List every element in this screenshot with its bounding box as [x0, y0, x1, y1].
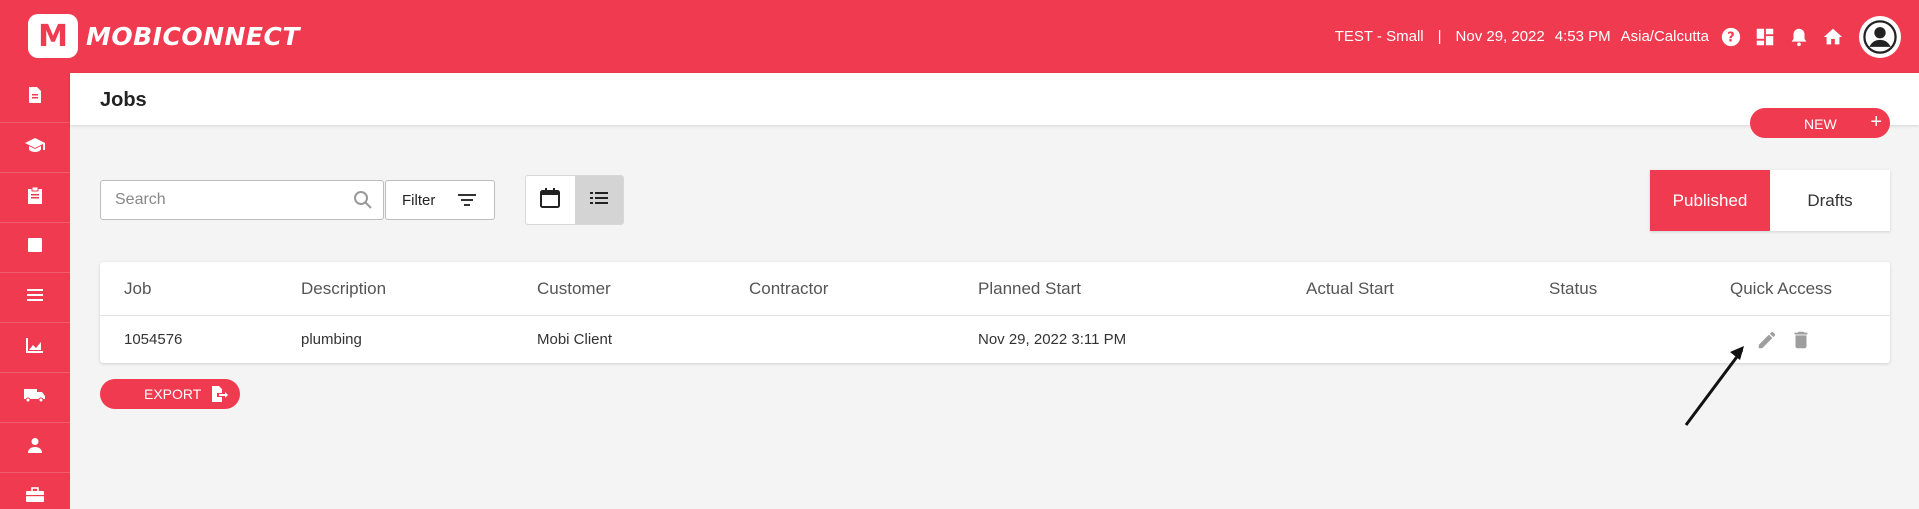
- column-header-actual-start[interactable]: Actual Start: [1306, 279, 1394, 299]
- sidebar-item-users[interactable]: [0, 423, 70, 473]
- document-icon: [27, 86, 43, 109]
- column-header-customer[interactable]: Customer: [537, 279, 611, 299]
- new-button-label: NEW: [1804, 116, 1837, 132]
- new-job-button[interactable]: NEW +: [1750, 108, 1890, 138]
- column-header-job[interactable]: Job: [124, 279, 151, 299]
- sidebar-item-work[interactable]: [0, 473, 70, 509]
- table-row[interactable]: 1054576 plumbing Mobi Client Nov 29, 202…: [100, 317, 1890, 363]
- sidebar-item-lists[interactable]: [0, 273, 70, 323]
- org-name: TEST - Small: [1334, 28, 1424, 45]
- separator: |: [1437, 28, 1442, 45]
- calendar-view-button[interactable]: [526, 176, 575, 224]
- jobs-table: Job Description Customer Contractor Plan…: [100, 262, 1890, 363]
- person-icon: [27, 437, 43, 458]
- quick-access-actions: [1756, 329, 1812, 351]
- view-mode-toggle: [525, 175, 624, 225]
- delete-icon[interactable]: [1790, 329, 1812, 351]
- dashboard-icon[interactable]: [1753, 25, 1777, 49]
- plus-icon: +: [1870, 111, 1882, 133]
- export-file-icon: [210, 385, 228, 406]
- top-bar: M MOBICONNECT TEST - Small | Nov 29, 202…: [0, 0, 1919, 73]
- briefcase-icon: [26, 487, 44, 508]
- sidebar-item-reports[interactable]: [0, 323, 70, 373]
- column-header-description[interactable]: Description: [301, 279, 386, 299]
- cell-description: plumbing: [301, 331, 362, 348]
- tab-published[interactable]: Published: [1650, 170, 1770, 231]
- chart-icon: [26, 337, 44, 358]
- page-title: Jobs: [100, 89, 147, 111]
- top-right-bar: TEST - Small | Nov 29, 2022 4:53 PM Asia…: [1335, 0, 1901, 73]
- sidebar-item-training[interactable]: [0, 123, 70, 173]
- filter-icon: [458, 193, 476, 211]
- sidebar-item-checklists[interactable]: [0, 173, 70, 223]
- cell-job: 1054576: [124, 331, 183, 348]
- search-input[interactable]: [115, 189, 345, 211]
- brand-name: MOBICONNECT: [86, 21, 300, 51]
- logo-mark: M: [28, 14, 78, 58]
- bell-icon[interactable]: [1787, 25, 1811, 49]
- clipboard-icon: [27, 186, 43, 209]
- sidebar-item-documents[interactable]: [0, 73, 70, 123]
- sidebar-item-fleet[interactable]: [0, 373, 70, 423]
- help-icon[interactable]: ?: [1719, 25, 1743, 49]
- column-header-status[interactable]: Status: [1549, 279, 1597, 299]
- export-label: EXPORT: [144, 386, 202, 402]
- filter-button[interactable]: Filter: [385, 180, 495, 220]
- column-header-quick-access: Quick Access: [1730, 279, 1833, 298]
- timezone: Asia/Calcutta: [1620, 28, 1709, 45]
- list-view-button[interactable]: [574, 176, 623, 224]
- current-time: 4:53 PM: [1554, 28, 1611, 45]
- search-icon[interactable]: [353, 190, 373, 215]
- table-header: Job Description Customer Contractor Plan…: [100, 262, 1890, 316]
- search-box: [100, 180, 384, 220]
- export-button[interactable]: EXPORT: [100, 379, 240, 409]
- cell-customer: Mobi Client: [537, 331, 613, 348]
- user-avatar-icon[interactable]: [1859, 15, 1901, 58]
- current-date: Nov 29, 2022: [1455, 28, 1545, 45]
- tab-drafts[interactable]: Drafts: [1770, 170, 1890, 231]
- publish-state-toggle: Published Drafts: [1650, 170, 1890, 231]
- column-header-planned-start[interactable]: Planned Start: [978, 279, 1081, 299]
- sidebar-item-jobs[interactable]: [0, 223, 70, 273]
- truck-icon: [24, 387, 46, 408]
- filter-label: Filter: [402, 192, 436, 209]
- list-icon: [27, 288, 43, 307]
- svg-text:?: ?: [1727, 30, 1734, 45]
- calendar-icon: [539, 187, 561, 214]
- column-header-contractor[interactable]: Contractor: [749, 279, 828, 299]
- list-view-icon: [589, 190, 609, 211]
- graduation-cap-icon: [25, 137, 45, 158]
- brand-logo[interactable]: M MOBICONNECT: [28, 14, 300, 58]
- annotation-arrow-icon: [1684, 346, 1744, 426]
- square-icon: [27, 237, 43, 258]
- sidebar: [0, 73, 70, 509]
- edit-icon[interactable]: [1756, 329, 1778, 351]
- page-header: Jobs: [70, 73, 1919, 125]
- home-icon[interactable]: [1821, 25, 1845, 49]
- cell-planned-start: Nov 29, 2022 3:11 PM: [978, 331, 1127, 348]
